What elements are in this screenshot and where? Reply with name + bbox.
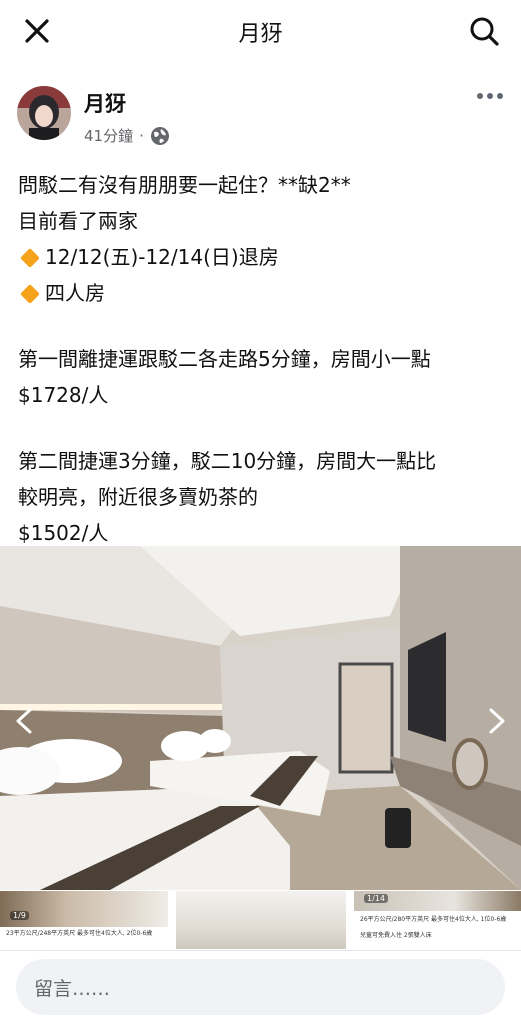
post-line: 問駁二有沒有朋朋要一起住？**缺2** bbox=[18, 173, 351, 197]
thumbnail-count: 1/9 bbox=[10, 911, 29, 920]
thumbnail-2[interactable] bbox=[176, 891, 346, 949]
search-icon[interactable] bbox=[467, 14, 501, 48]
more-icon[interactable] bbox=[475, 86, 505, 106]
post-line-bullet: 12/12(五)-12/14(日)退房 bbox=[18, 239, 508, 275]
post-line: 第一間離捷運跟駁二各走路5分鐘，房間小一點 bbox=[18, 347, 431, 371]
meta-separator: · bbox=[139, 126, 144, 145]
post-body: 問駁二有沒有朋朋要一起住？**缺2** 目前看了兩家 12/12(五)-12/1… bbox=[18, 167, 508, 551]
post-line: $1728/人 bbox=[18, 383, 109, 407]
orange-diamond-icon bbox=[20, 283, 40, 304]
thumbnail-1[interactable]: 1/9 23平方公尺/248平方英尺 最多可住4位大人, 2位0-6歲 bbox=[0, 891, 168, 949]
comment-input[interactable]: 留言…… bbox=[16, 959, 505, 1015]
top-bar: 月犽 bbox=[0, 0, 521, 62]
thumbnail-3[interactable]: 1/14 26平方公尺/280平方英尺 最多可住4位大人, 1位0-6歲 兒童可… bbox=[354, 891, 521, 949]
hotel-room-image bbox=[0, 546, 521, 890]
author-name[interactable]: 月犽 bbox=[84, 88, 126, 118]
thumbnail-caption: 23平方公尺/248平方英尺 最多可住4位大人, 2位0-6歲 bbox=[6, 930, 153, 937]
page-title: 月犽 bbox=[238, 22, 283, 47]
post-line: 第二間捷運3分鐘，駁二10分鐘，房間大一點比 bbox=[18, 449, 437, 473]
chevron-right-icon[interactable] bbox=[481, 706, 511, 736]
thumbnail-caption-2: 兒童可免費入住 2張雙人床 bbox=[360, 932, 432, 939]
post-line-bullet: 四人房 bbox=[18, 275, 508, 311]
hotel-room-photo[interactable] bbox=[0, 546, 521, 890]
comment-bar: 留言…… bbox=[0, 950, 521, 1024]
post-meta: 41分鐘 · bbox=[84, 125, 170, 146]
orange-diamond-icon bbox=[20, 247, 40, 268]
thumbnail-caption: 26平方公尺/280平方英尺 最多可住4位大人, 1位0-6歲 bbox=[360, 916, 507, 923]
post-line: 目前看了兩家 bbox=[18, 209, 138, 233]
post-time[interactable]: 41分鐘 bbox=[84, 125, 133, 146]
post-line: 較明亮，附近很多賣奶茶的 bbox=[18, 485, 258, 509]
chevron-left-icon[interactable] bbox=[10, 706, 40, 736]
post-line: 四人房 bbox=[45, 281, 105, 305]
thumbnail-count: 1/14 bbox=[364, 894, 388, 903]
photo-thumbnails: 1/9 23平方公尺/248平方英尺 最多可住4位大人, 2位0-6歲 1/14… bbox=[0, 891, 521, 949]
globe-icon bbox=[150, 126, 169, 145]
post-line: 12/12(五)-12/14(日)退房 bbox=[45, 245, 279, 269]
avatar[interactable] bbox=[17, 86, 71, 140]
